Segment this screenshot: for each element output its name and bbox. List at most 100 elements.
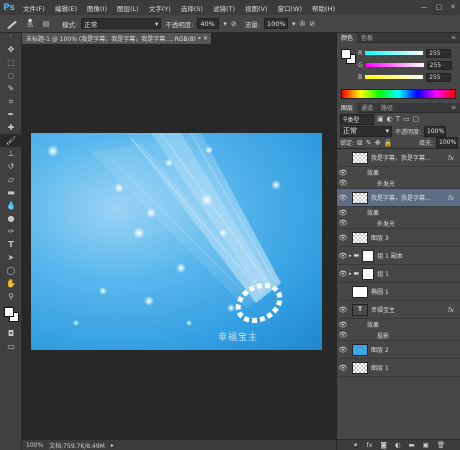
spectrum-bar[interactable] — [341, 89, 456, 99]
layer-row[interactable]: 椭圆 1 — [337, 283, 460, 301]
layer-row-selected[interactable]: 👁 我是字幕，我是字幕... fx — [337, 189, 460, 207]
path-select-tool-icon[interactable]: ➤ — [0, 251, 22, 264]
screen-mode-icon[interactable]: ▭ — [0, 340, 22, 353]
eraser-tool-icon[interactable]: ▱ — [0, 173, 22, 186]
opacity-input[interactable]: 40% — [197, 18, 220, 29]
tab-channels[interactable]: 通道 — [357, 103, 377, 112]
menu-window[interactable]: 窗口(W) — [273, 3, 308, 13]
link-layers-icon[interactable]: ⚭ — [353, 441, 358, 449]
hand-tool-icon[interactable]: ✋ — [0, 277, 22, 290]
lock-all-icon[interactable]: 🔒 — [384, 139, 393, 147]
blur-tool-icon[interactable]: 💧 — [0, 199, 22, 212]
blend-mode-select[interactable]: 正常 ▾ — [340, 125, 392, 137]
adjustment-layer-icon[interactable]: ◐ — [395, 441, 401, 449]
brush-size-icon[interactable]: ● 35 — [24, 18, 36, 29]
shape-tool-icon[interactable]: ◯ — [0, 264, 22, 277]
pressure-size-icon[interactable]: ⊘ — [309, 20, 315, 28]
green-value[interactable]: 255 — [426, 60, 452, 70]
move-tool-icon[interactable]: ✥ — [0, 43, 22, 56]
pen-tool-icon[interactable]: ✑ — [0, 225, 22, 238]
tools-collapse-handle[interactable]: » — [0, 33, 21, 43]
lock-move-icon[interactable]: ✥ — [375, 139, 381, 147]
filter-shape-icon[interactable]: ▭ — [403, 115, 410, 123]
menu-edit[interactable]: 编辑(E) — [50, 3, 82, 13]
layer-row[interactable]: 👁 图层 1 — [337, 359, 460, 377]
layer-effects-row[interactable]: 👁 效果 — [337, 207, 460, 218]
tab-layers[interactable]: 图层 — [337, 102, 358, 113]
layer-row[interactable]: 👁 图层 2 — [337, 341, 460, 359]
clone-stamp-tool-icon[interactable]: ⊥ — [0, 147, 22, 160]
layers-panel-menu-icon[interactable]: ≡ — [447, 104, 460, 111]
status-menu-icon[interactable]: ▸ — [111, 442, 114, 449]
pressure-opacity-icon[interactable]: ⊘ — [231, 20, 237, 28]
quick-mask-icon[interactable]: ◘ — [0, 327, 22, 340]
layer-row[interactable]: 👁 T 幸福宝主 fx — [337, 301, 460, 319]
eye-icon[interactable]: 👁 — [337, 209, 349, 217]
eye-icon[interactable]: 👁 — [337, 179, 349, 187]
menu-type[interactable]: 文字(Y) — [144, 3, 176, 13]
expand-arrow-icon[interactable]: ▸ — [349, 271, 352, 277]
eye-icon[interactable]: 👁 — [337, 252, 349, 260]
flow-input[interactable]: 100% — [264, 18, 288, 29]
layer-effect-row[interactable]: 👁 外发光 — [337, 178, 460, 189]
foreground-color-swatch[interactable] — [4, 307, 14, 317]
zoom-tool-icon[interactable]: ⚲ — [0, 290, 22, 303]
red-slider[interactable] — [365, 51, 424, 55]
zoom-level[interactable]: 100% — [26, 442, 43, 449]
menu-layer[interactable]: 图层(L) — [112, 3, 144, 13]
fill-input[interactable]: 100% — [436, 137, 458, 148]
close-button[interactable]: ✕ — [450, 3, 456, 11]
group-row[interactable]: 👁 ▸ ▬ 组 1 — [337, 265, 460, 283]
tab-color[interactable]: 颜色 — [337, 32, 358, 43]
fx-icon[interactable]: fx — [448, 154, 454, 162]
eye-icon[interactable]: 👁 — [337, 346, 349, 354]
brush-panel-icon[interactable]: ▤ — [40, 20, 52, 28]
eye-icon[interactable]: 👁 — [337, 270, 349, 278]
lasso-tool-icon[interactable]: ◌ — [0, 69, 22, 82]
document-tab[interactable]: 未标题-1 @ 100% (我是字幕，我是字幕，我是字幕..., RGB/8) … — [22, 33, 212, 44]
layer-opacity-input[interactable]: 100% — [424, 125, 447, 137]
eye-icon[interactable]: 👁 — [337, 194, 349, 202]
panel-menu-icon[interactable]: ≡ — [447, 34, 460, 41]
type-tool-icon[interactable]: T — [0, 238, 22, 251]
green-slider[interactable] — [365, 63, 424, 67]
layer-effect-row[interactable]: 👁 外发光 — [337, 218, 460, 229]
eye-icon[interactable]: 👁 — [337, 306, 349, 314]
tab-paths[interactable]: 路径 — [377, 103, 397, 112]
flow-dropdown-icon[interactable]: ▾ — [292, 20, 296, 28]
opacity-dropdown-icon[interactable]: ▾ — [223, 20, 227, 28]
fx-menu-icon[interactable]: fx — [366, 441, 372, 449]
marquee-tool-icon[interactable]: ⬚ — [0, 56, 22, 69]
gradient-tool-icon[interactable]: ▬ — [0, 186, 22, 199]
healing-brush-tool-icon[interactable]: ✚ — [0, 121, 22, 134]
new-layer-icon[interactable]: ▣ — [423, 441, 429, 449]
mode-select[interactable]: 正常 ▾ — [81, 18, 162, 29]
eyedropper-tool-icon[interactable]: ✒ — [0, 108, 22, 121]
menu-image[interactable]: 图像(I) — [82, 3, 112, 13]
dodge-tool-icon[interactable]: ● — [0, 212, 22, 225]
blue-value[interactable]: 255 — [426, 72, 452, 82]
lock-transparent-icon[interactable]: ⊠ — [357, 139, 363, 147]
filter-smart-icon[interactable]: ▢ — [413, 115, 420, 123]
fx-icon[interactable]: fx — [448, 194, 454, 202]
red-value[interactable]: 255 — [426, 48, 452, 58]
airbrush-icon[interactable]: ✇ — [300, 20, 306, 28]
menu-filter[interactable]: 滤镜(T) — [208, 3, 240, 13]
brush-tool-icon[interactable]: 🖌 — [0, 134, 22, 147]
tab-close-icon[interactable]: ✕ — [203, 35, 211, 42]
brush-tool-preset-icon[interactable] — [4, 19, 20, 29]
menu-select[interactable]: 选择(S) — [176, 3, 208, 13]
group-row[interactable]: 👁 ▸ ▬ 组 1 副本 — [337, 247, 460, 265]
new-group-icon[interactable]: ▬ — [409, 441, 415, 449]
layer-effect-row[interactable]: 👁 投影 — [337, 330, 460, 341]
trash-icon[interactable]: 🗑 — [437, 441, 445, 449]
menu-file[interactable]: 文件(F) — [18, 3, 50, 13]
color-panel-foreground[interactable] — [341, 49, 351, 59]
eye-icon[interactable]: 👁 — [337, 331, 349, 339]
lock-brush-icon[interactable]: ✎ — [366, 139, 372, 147]
eye-icon[interactable]: 👁 — [337, 219, 349, 227]
tab-swatches[interactable]: 色板 — [357, 33, 377, 42]
layer-row[interactable]: 我是字幕，我是字幕... fx — [337, 149, 460, 167]
doc-info[interactable]: 文档:759.7K/8.49M — [49, 441, 105, 450]
blue-slider[interactable] — [365, 75, 424, 79]
